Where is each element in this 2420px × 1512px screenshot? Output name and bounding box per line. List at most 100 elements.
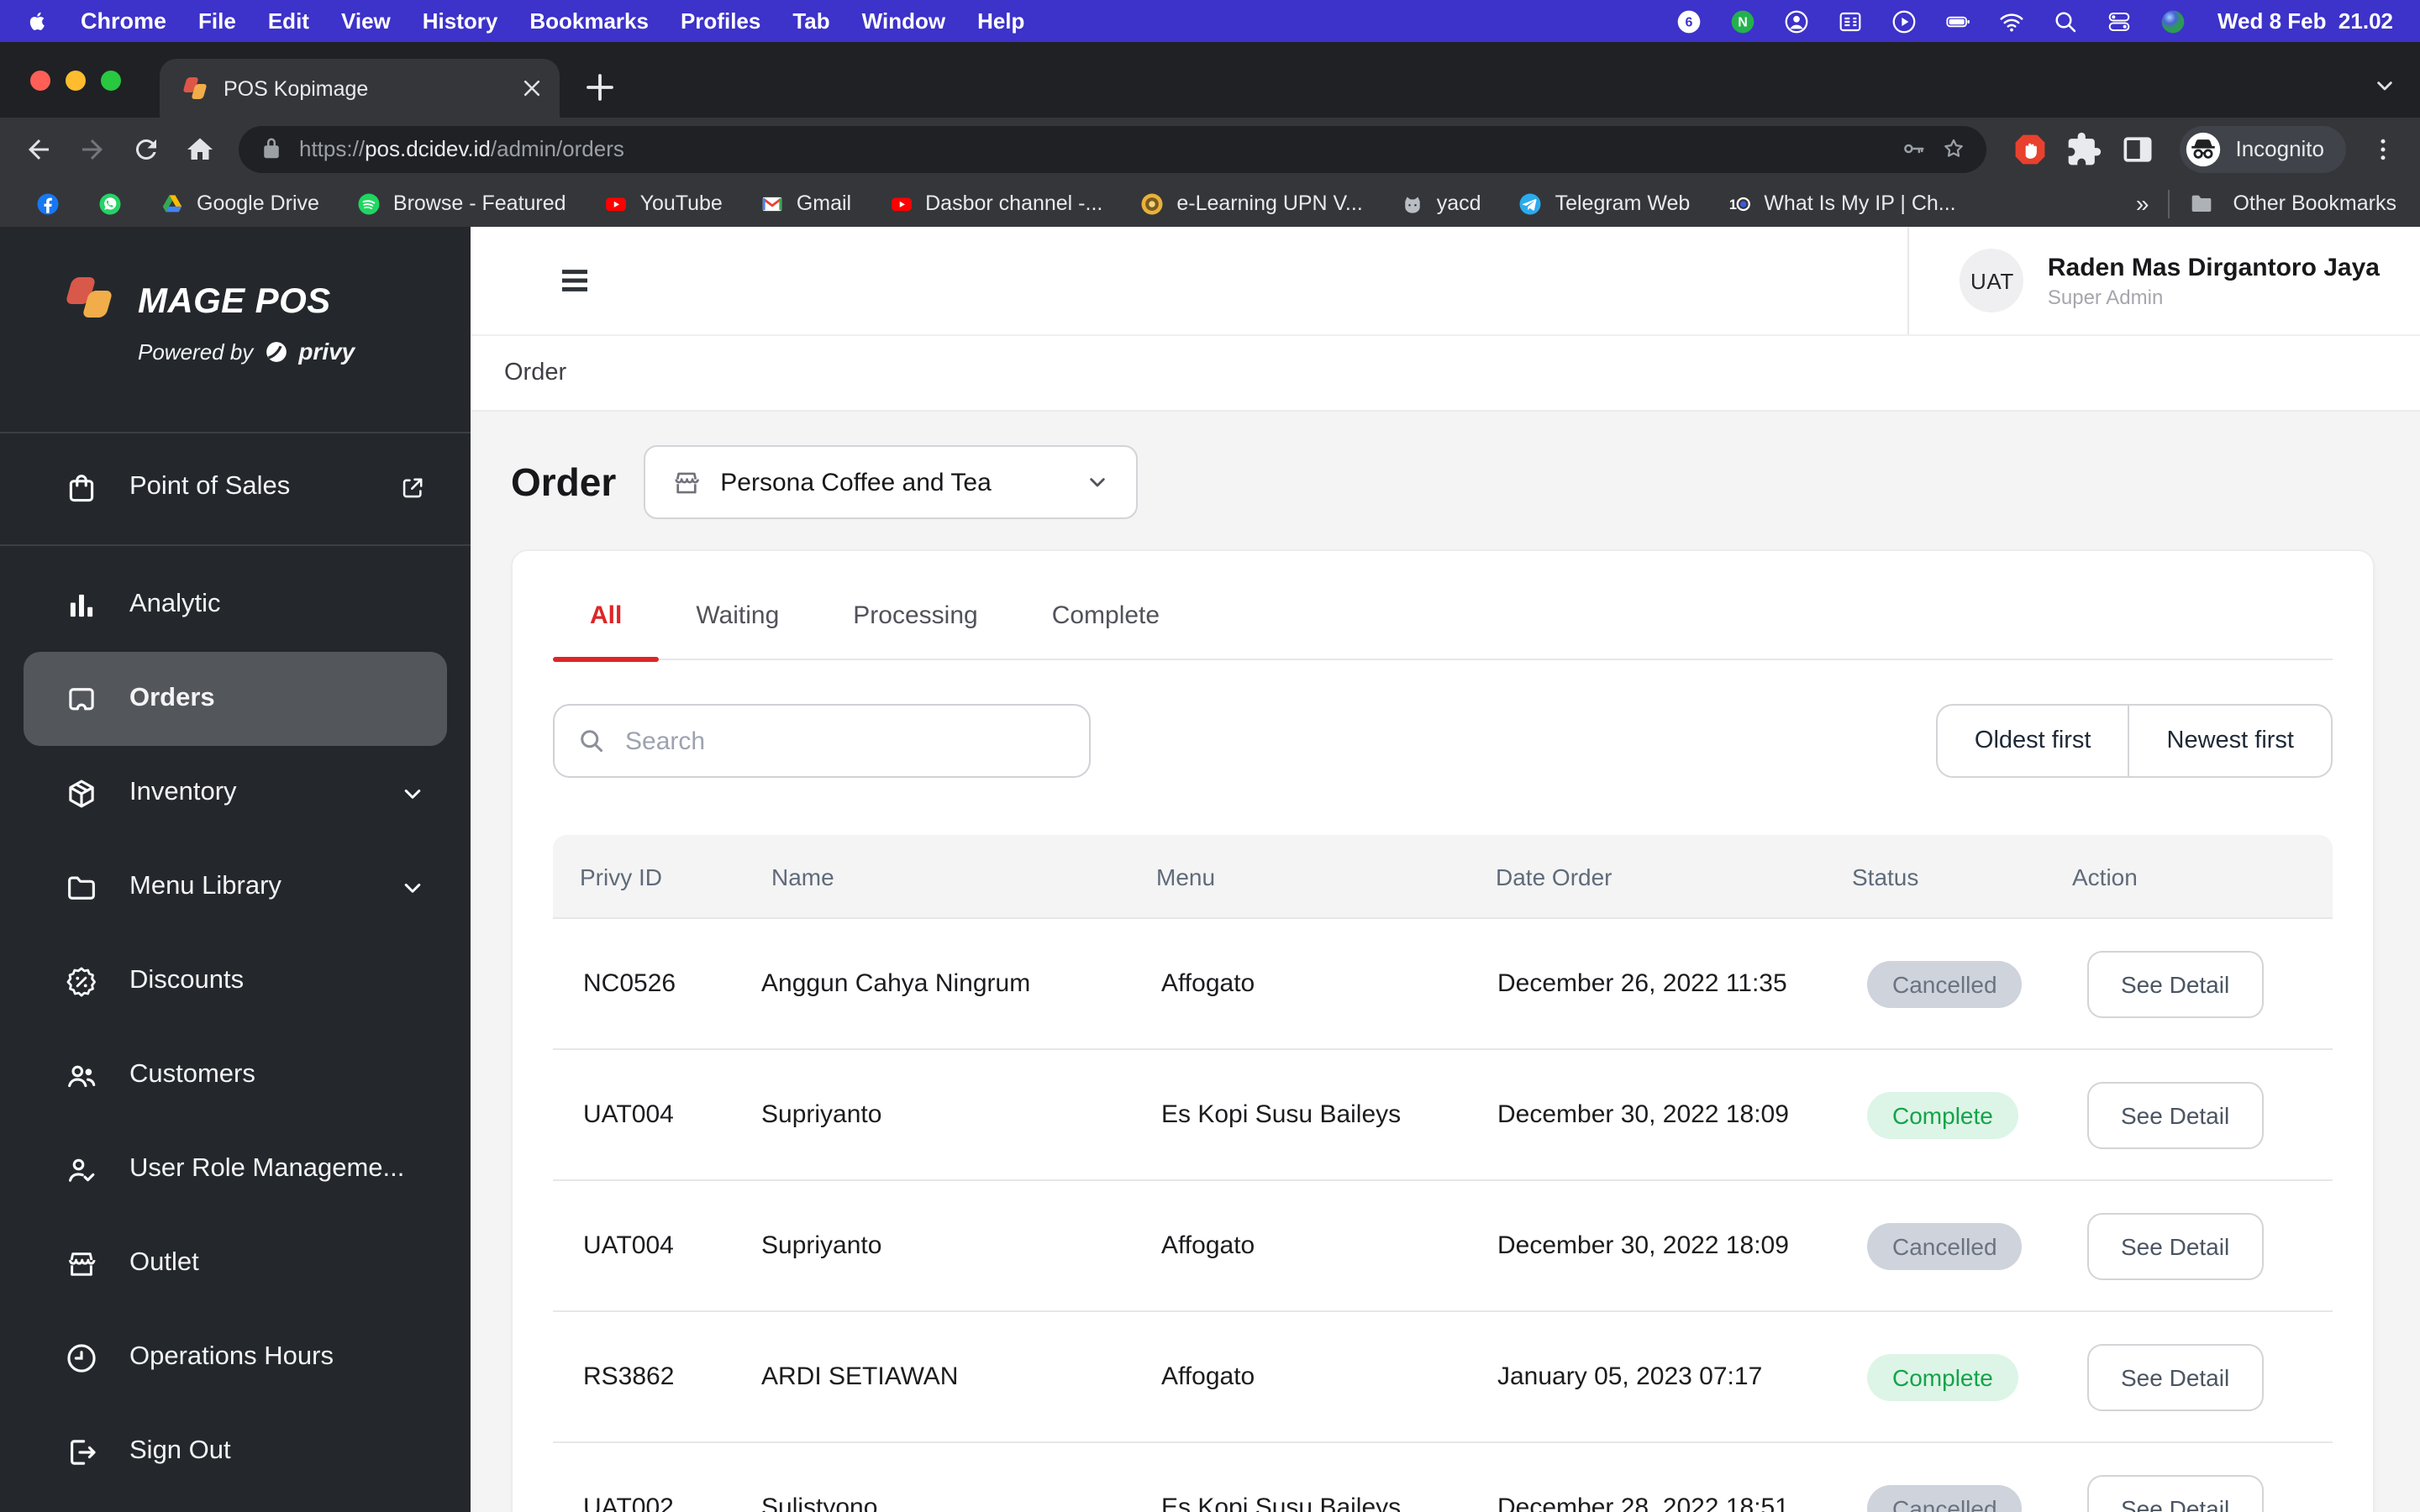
tab-search-chevron-icon[interactable]	[2371, 72, 2398, 99]
clock-icon	[64, 1340, 99, 1375]
bookmark-item[interactable]	[79, 180, 141, 227]
browser-menu-icon[interactable]	[2368, 134, 2398, 164]
sidebar-item[interactable]: Operations Hours	[0, 1310, 471, 1404]
search-input[interactable]	[622, 725, 1067, 757]
wifi-icon[interactable]	[1999, 8, 2026, 34]
control-center-icon[interactable]	[2107, 8, 2133, 34]
close-tab-icon[interactable]	[518, 74, 546, 102]
see-detail-button[interactable]: See Detail	[2087, 1343, 2264, 1410]
status-tab[interactable]: Waiting	[659, 601, 816, 659]
sidebar-item[interactable]: Orders	[24, 652, 447, 746]
menubar-item[interactable]: Chrome	[81, 8, 166, 34]
oldest-first-button[interactable]: Oldest first	[1938, 706, 2128, 776]
menu-bar-clock[interactable]: Wed 8 Feb 21.02	[2217, 8, 2393, 34]
user-account-icon[interactable]	[1784, 8, 1811, 34]
bookmark-item[interactable]: 1 What Is My IP | Ch...	[1708, 180, 1974, 227]
sidebar-item[interactable]: Analytic	[0, 558, 471, 652]
sidebar-item[interactable]: Discounts	[0, 934, 471, 1028]
privy-label: privy	[298, 338, 355, 365]
cell-status: Cancelled	[1837, 1222, 2072, 1269]
bookmark-item[interactable]: e-Learning UPN V...	[1121, 180, 1381, 227]
menubar-item[interactable]: Tab	[792, 8, 829, 34]
bookmarks-overflow-chevron[interactable]: »	[2136, 190, 2149, 217]
cell-menu: Affogato	[1161, 1362, 1255, 1391]
notification-badge-icon[interactable]: 6	[1676, 8, 1703, 34]
breadcrumb-item[interactable]: Order	[504, 360, 566, 386]
minimize-window-button[interactable]	[66, 71, 86, 91]
see-detail-button[interactable]: See Detail	[2087, 1474, 2264, 1512]
new-tab-button[interactable]	[580, 67, 620, 108]
see-detail-button[interactable]: See Detail	[2087, 950, 2264, 1017]
column-header: Date Order	[1496, 863, 1612, 890]
arrow-back-icon[interactable]	[15, 126, 60, 171]
newest-first-button[interactable]: Newest first	[2128, 706, 2331, 776]
home-icon[interactable]	[176, 126, 222, 171]
menubar-item[interactable]: Bookmarks	[529, 8, 649, 34]
sidebar-item[interactable]: Point of Sales	[0, 440, 471, 534]
nordvpn-icon[interactable]: N	[1730, 8, 1757, 34]
bookmark-item[interactable]: Google Drive	[141, 180, 338, 227]
other-bookmarks[interactable]: Other Bookmarks	[2233, 192, 2396, 215]
sidebar-item[interactable]: Customers	[0, 1028, 471, 1122]
menubar-item[interactable]: File	[198, 8, 236, 34]
status-tab[interactable]: Complete	[1015, 601, 1197, 659]
avatar[interactable]: UAT	[1960, 249, 2024, 312]
side-panel-icon[interactable]	[2119, 130, 2156, 167]
status-tab[interactable]: All	[553, 601, 660, 661]
see-detail-button[interactable]: See Detail	[2087, 1081, 2264, 1148]
reload-icon[interactable]	[123, 126, 168, 171]
status-tabs: All Waiting Processing Complete	[553, 551, 2333, 661]
adblock-stop-hand-icon[interactable]	[2012, 130, 2049, 167]
youtube-icon	[888, 191, 913, 216]
menubar-item[interactable]: Window	[862, 8, 945, 34]
user-menu[interactable]: UAT Raden Mas Dirgantoro Jaya Super Admi…	[1907, 227, 2380, 334]
menubar-item[interactable]: View	[341, 8, 391, 34]
url-bar[interactable]: https://pos.dcidev.id/admin/orders	[239, 125, 1987, 172]
passwords-key-icon[interactable]	[1901, 136, 1926, 161]
discount-badge-icon	[64, 963, 99, 999]
incognito-label: Incognito	[2235, 136, 2324, 161]
search-box[interactable]	[553, 704, 1091, 778]
sidebar-item[interactable]: Inventory	[0, 746, 471, 840]
incognito-spy-icon	[2185, 130, 2222, 167]
url-text: https://pos.dcidev.id/admin/orders	[299, 136, 624, 161]
outlet-select[interactable]: Persona Coffee and Tea	[643, 445, 1138, 519]
menubar-item[interactable]: Edit	[268, 8, 309, 34]
menubar-item[interactable]: Profiles	[681, 8, 760, 34]
bookmark-item[interactable]: Gmail	[741, 180, 870, 227]
bookmark-item[interactable]: YouTube	[585, 180, 741, 227]
sort-button-group: Oldest first Newest first	[1935, 704, 2333, 778]
bookmark-star-icon[interactable]	[1941, 136, 1966, 161]
bookmark-item[interactable]: Browse - Featured	[338, 180, 585, 227]
arrow-forward-icon[interactable]	[69, 126, 114, 171]
sidebar-item[interactable]: Menu Library	[0, 840, 471, 934]
menubar-item[interactable]: History	[423, 8, 498, 34]
network-globe-icon[interactable]	[2160, 8, 2187, 34]
cell-name: Sulistyono	[761, 1494, 878, 1512]
status-tab[interactable]: Processing	[816, 601, 1014, 659]
bookmark-item[interactable]: Dasbor channel -...	[870, 180, 1121, 227]
browser-tab[interactable]: POS Kopimage	[160, 59, 560, 118]
bookmark-item[interactable]: Telegram Web	[1500, 180, 1709, 227]
sidebar-item[interactable]: User Role Manageme...	[0, 1122, 471, 1216]
see-detail-button[interactable]: See Detail	[2087, 1212, 2264, 1279]
pos-terminal-icon	[64, 681, 99, 717]
battery-icon[interactable]	[1945, 8, 1972, 34]
close-window-button[interactable]	[30, 71, 50, 91]
bookmark-item[interactable]	[17, 180, 79, 227]
bookmark-item[interactable]: yacd	[1381, 180, 1500, 227]
media-play-icon[interactable]	[1891, 8, 1918, 34]
cell-name: ARDI SETIAWAN	[761, 1362, 959, 1391]
incognito-badge[interactable]: Incognito	[2180, 125, 2346, 172]
hamburger-menu-icon[interactable]	[555, 260, 595, 301]
apple-icon[interactable]	[27, 8, 49, 34]
cell-status: Cancelled	[1837, 1484, 2072, 1512]
spotlight-search-icon[interactable]	[2053, 8, 2080, 34]
input-source-icon[interactable]	[1838, 8, 1865, 34]
sidebar-item[interactable]: Sign Out	[0, 1404, 471, 1499]
zoom-window-button[interactable]	[101, 71, 121, 91]
extensions-puzzle-icon[interactable]	[2065, 130, 2102, 167]
orders-table: Privy ID Name Menu Date Order Status Action N…	[553, 835, 2333, 1512]
menubar-item[interactable]: Help	[977, 8, 1024, 34]
sidebar-item[interactable]: Outlet	[0, 1216, 471, 1310]
